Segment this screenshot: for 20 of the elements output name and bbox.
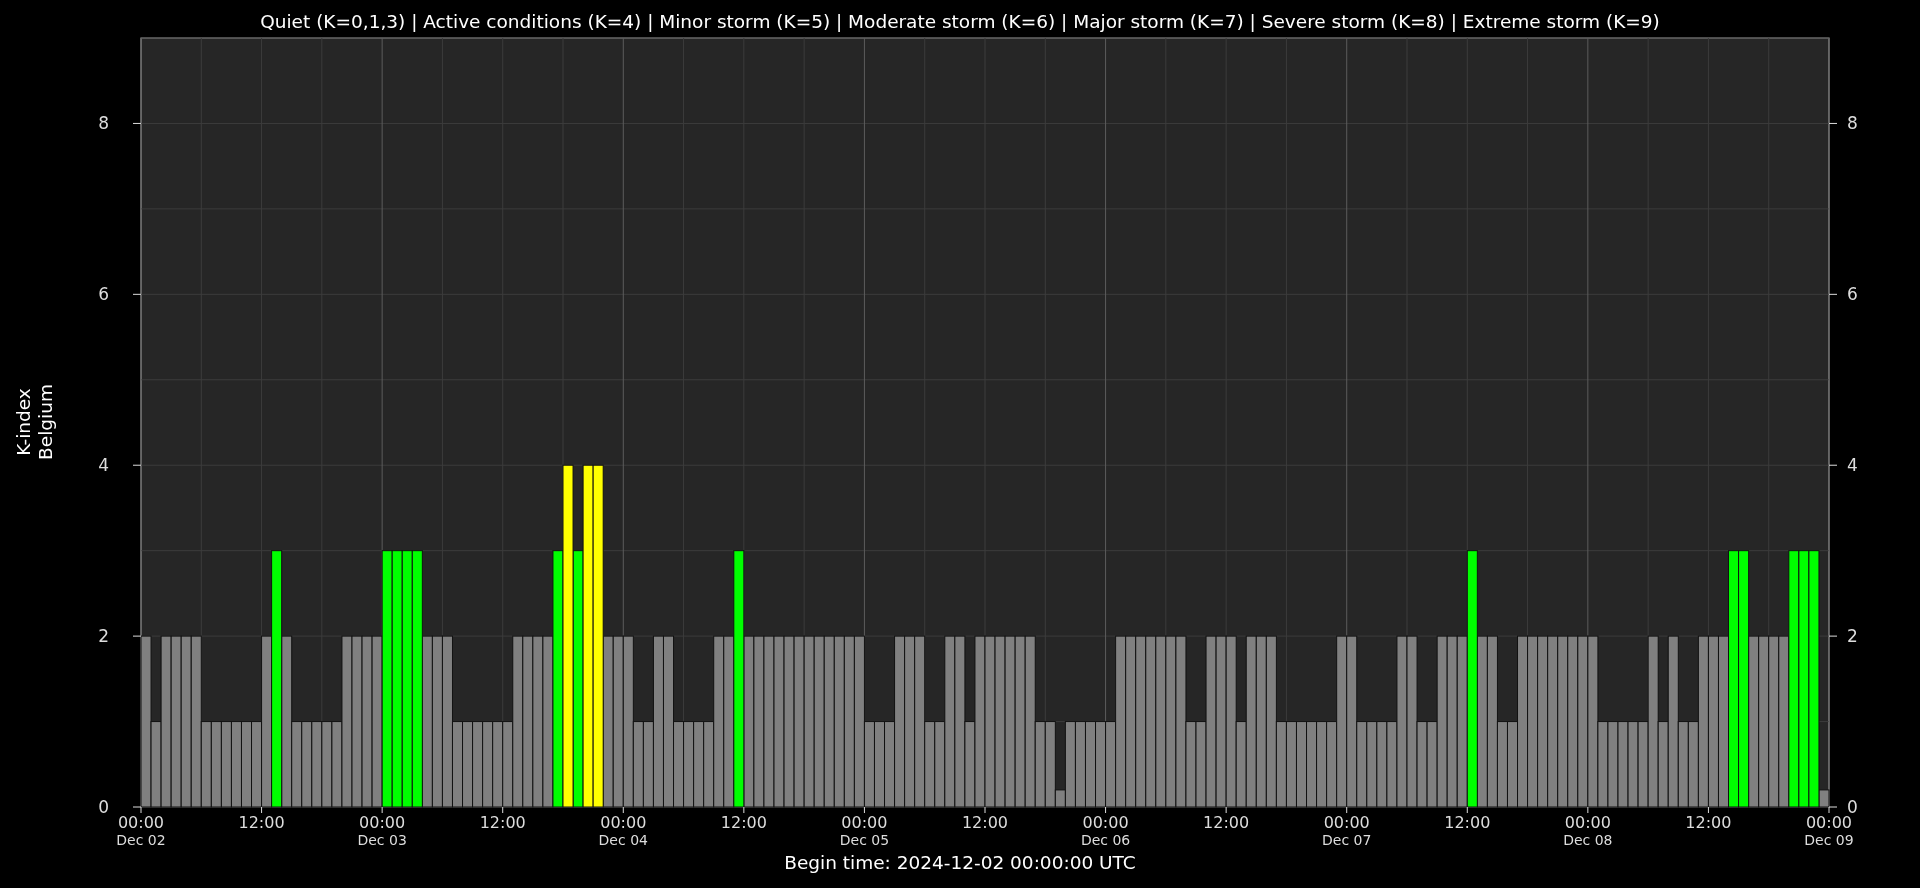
y-tick-label: 8 bbox=[1847, 113, 1858, 134]
y-tick-label: 4 bbox=[1847, 455, 1858, 476]
y-axis-label: K-index Belgium bbox=[13, 384, 56, 460]
y-tick-label: 0 bbox=[98, 797, 109, 817]
x-tick-label: 12:00 bbox=[1685, 814, 1732, 832]
y-tick-label: 0 bbox=[1847, 797, 1858, 817]
y-tick-label: 6 bbox=[1847, 284, 1858, 305]
x-tick-label: 12:00 bbox=[238, 814, 285, 832]
x-tick-label: 12:00 bbox=[1203, 814, 1250, 832]
chart-title: Quiet (K=0,1,3) | Active conditions (K=4) | Minor storm (K=5) | Moderate storm (K=6) | Major storm (K=7) | Severe storm (K=8) | Extreme storm (K=9) bbox=[260, 11, 1660, 32]
x-tick-label: 12:00 bbox=[961, 814, 1009, 832]
x-tick-label: 12:00 bbox=[479, 814, 526, 832]
y-tick-label: 8 bbox=[98, 113, 109, 134]
x-tick-label: 12:00 bbox=[1444, 814, 1491, 832]
x-tick-label: 12:00 bbox=[720, 814, 767, 832]
y-tick-label: 2 bbox=[1847, 626, 1858, 647]
x-axis-label: Begin time: 2024-12-02 00:00:00 UTC bbox=[784, 852, 1136, 873]
y-tick-label: 2 bbox=[98, 626, 109, 647]
y-tick-label: 6 bbox=[98, 284, 109, 305]
y-tick-label: 4 bbox=[98, 455, 109, 476]
